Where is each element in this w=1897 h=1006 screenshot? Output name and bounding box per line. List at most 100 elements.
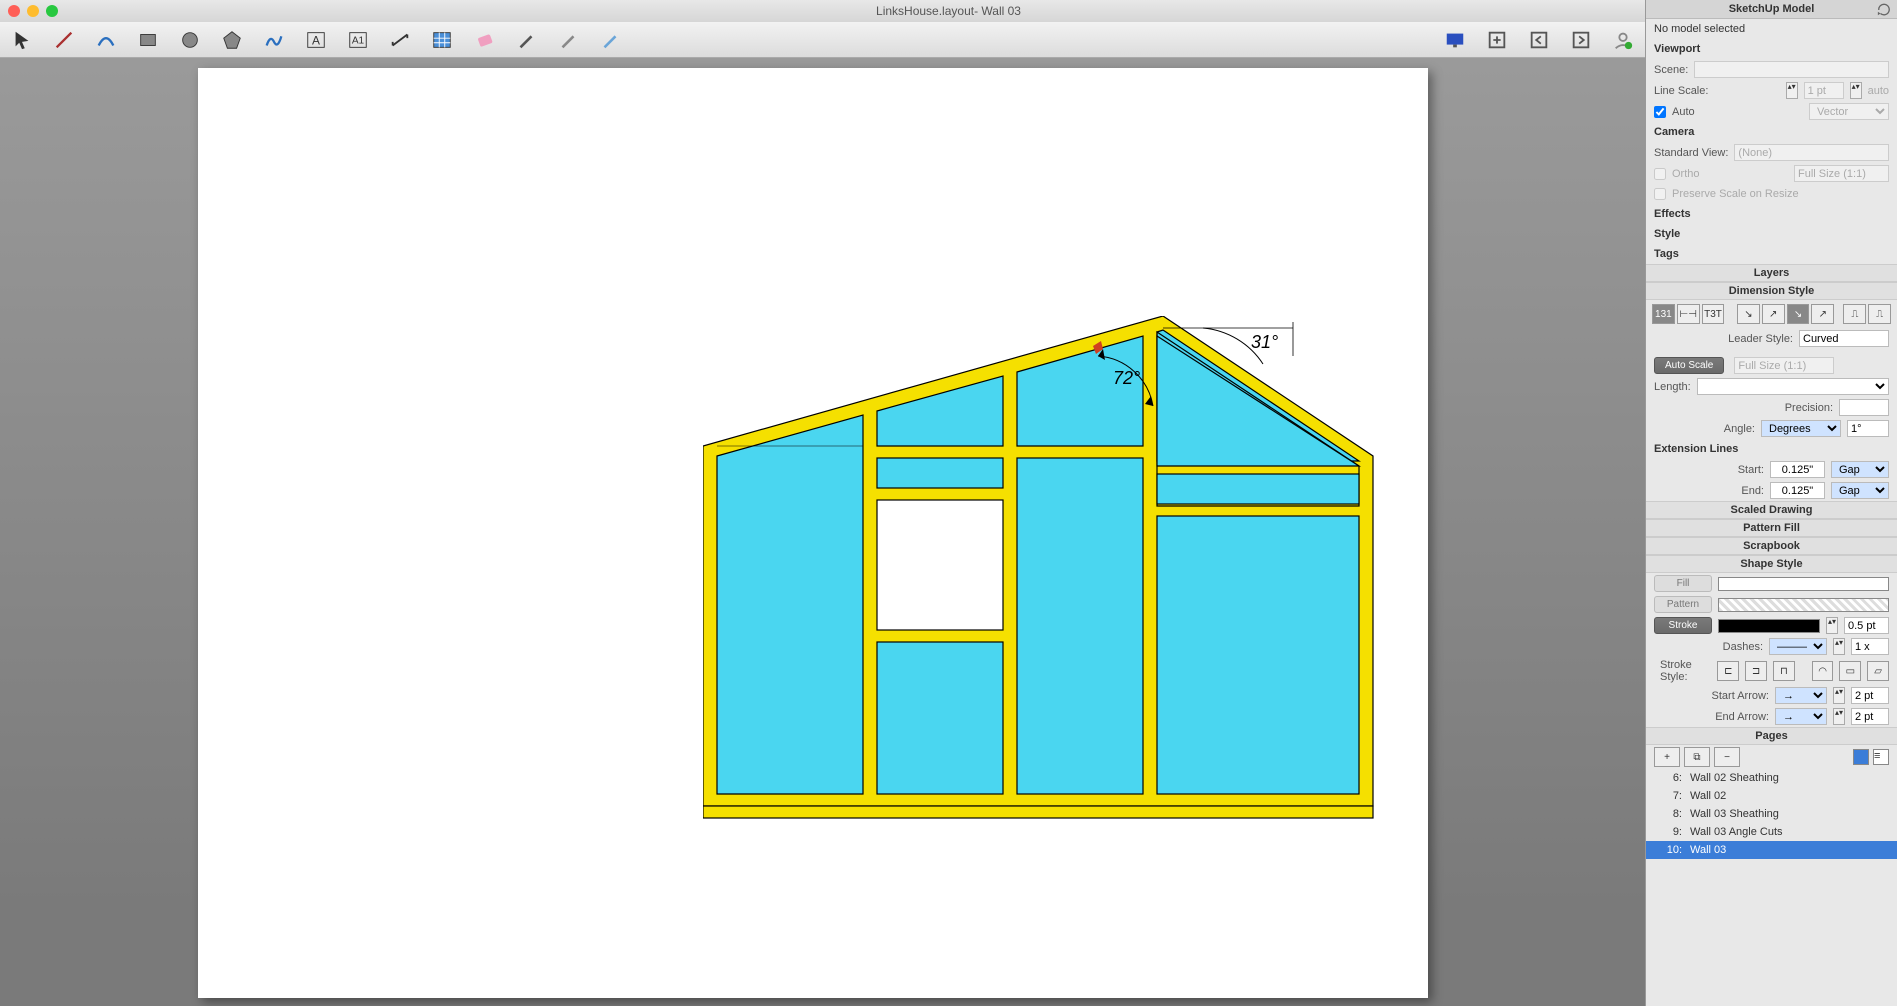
length-label: Length: [1654, 381, 1691, 393]
pages-section[interactable]: Pages [1646, 727, 1897, 745]
render-mode-select[interactable]: Vector [1809, 103, 1889, 120]
layers-section[interactable]: Layers [1646, 264, 1897, 282]
page-view-list-icon[interactable]: ≡ [1873, 749, 1889, 765]
label-tool-icon[interactable]: A1 [346, 28, 370, 52]
leader-style-select[interactable] [1799, 330, 1889, 347]
select-tool-icon[interactable] [10, 28, 34, 52]
ext-end-gap[interactable]: Gap [1831, 482, 1889, 499]
page-item[interactable]: 8:Wall 03 Sheathing [1646, 805, 1897, 823]
page-view-grid-icon[interactable] [1853, 749, 1869, 765]
start-arrow-size[interactable] [1851, 687, 1889, 704]
pattern-fill-section[interactable]: Pattern Fill [1646, 519, 1897, 537]
std-view-select[interactable] [1734, 144, 1889, 161]
account-icon[interactable] [1611, 28, 1635, 52]
dim-leader-3-icon[interactable]: ↘ [1787, 304, 1810, 324]
rectangle-tool-icon[interactable] [136, 28, 160, 52]
join-1-icon[interactable]: ◠ [1812, 661, 1834, 681]
start-arrow-select[interactable]: → [1775, 687, 1827, 704]
circle-tool-icon[interactable] [178, 28, 202, 52]
main-toolbar: A A1 [0, 22, 1645, 58]
split-tool-icon[interactable] [556, 28, 580, 52]
length-unit-select[interactable] [1697, 378, 1889, 395]
scrapbook-section[interactable]: Scrapbook [1646, 537, 1897, 555]
presentation-icon[interactable] [1443, 28, 1467, 52]
dim-leader-6-icon[interactable]: ⎍ [1868, 304, 1891, 324]
style-tool-icon[interactable] [514, 28, 538, 52]
refresh-icon[interactable] [1877, 3, 1891, 17]
cap-3-icon[interactable]: ⊓ [1773, 661, 1795, 681]
prev-page-icon[interactable] [1527, 28, 1551, 52]
dimension-style-section[interactable]: Dimension Style [1646, 282, 1897, 300]
page-item[interactable]: 10:Wall 03 [1646, 841, 1897, 859]
dash-scale-input[interactable] [1851, 638, 1889, 655]
freehand-tool-icon[interactable] [262, 28, 286, 52]
leader-style-label: Leader Style: [1728, 333, 1793, 345]
scaled-drawing-section[interactable]: Scaled Drawing [1646, 501, 1897, 519]
add-page-button[interactable]: + [1654, 747, 1680, 767]
auto-render-checkbox[interactable] [1654, 106, 1666, 118]
stroke-width-input[interactable] [1844, 617, 1889, 634]
table-tool-icon[interactable] [430, 28, 454, 52]
dim-leader-2-icon[interactable]: ↗ [1762, 304, 1785, 324]
dim-align-3-icon[interactable]: T3T [1702, 304, 1725, 324]
fill-button[interactable]: Fill [1654, 575, 1712, 592]
cap-2-icon[interactable]: ⊐ [1745, 661, 1767, 681]
next-page-icon[interactable] [1569, 28, 1593, 52]
ext-start-value[interactable] [1770, 461, 1825, 478]
maximize-window-icon[interactable] [46, 5, 58, 17]
cap-1-icon[interactable]: ⊏ [1717, 661, 1739, 681]
line-scale-value[interactable] [1804, 82, 1844, 99]
eraser-tool-icon[interactable] [472, 28, 496, 52]
minimize-window-icon[interactable] [27, 5, 39, 17]
tags-section[interactable]: Tags [1646, 244, 1897, 264]
join-2-icon[interactable]: ▭ [1839, 661, 1861, 681]
duplicate-page-button[interactable]: ⧉ [1684, 747, 1710, 767]
canvas-area[interactable]: 72° 31° [0, 58, 1645, 1006]
line-scale-stepper-2[interactable]: ▴▾ [1850, 82, 1862, 99]
precision-input[interactable] [1839, 399, 1889, 416]
end-arrow-select[interactable]: → [1775, 708, 1827, 725]
line-tool-icon[interactable] [52, 28, 76, 52]
dash-scale-stepper[interactable]: ▴▾ [1833, 638, 1845, 655]
effects-section[interactable]: Effects [1646, 204, 1897, 224]
angle-precision-input[interactable] [1847, 420, 1889, 437]
stroke-width-stepper[interactable]: ▴▾ [1826, 617, 1838, 634]
join-tool-icon[interactable] [598, 28, 622, 52]
close-window-icon[interactable] [8, 5, 20, 17]
polygon-tool-icon[interactable] [220, 28, 244, 52]
stroke-swatch[interactable] [1718, 619, 1820, 633]
add-page-icon[interactable] [1485, 28, 1509, 52]
page-item[interactable]: 9:Wall 03 Angle Cuts [1646, 823, 1897, 841]
fill-swatch[interactable] [1718, 577, 1889, 591]
dim-leader-4-icon[interactable]: ↗ [1811, 304, 1834, 324]
stroke-button[interactable]: Stroke [1654, 617, 1712, 634]
camera-scale[interactable] [1794, 165, 1889, 182]
join-3-icon[interactable]: ▱ [1867, 661, 1889, 681]
pattern-swatch[interactable] [1718, 598, 1889, 612]
angle-unit-select[interactable]: Degrees [1761, 420, 1841, 437]
dim-align-2-icon[interactable]: ⊢⊣ [1677, 304, 1700, 324]
shape-style-section[interactable]: Shape Style [1646, 555, 1897, 573]
dim-leader-1-icon[interactable]: ↘ [1737, 304, 1760, 324]
start-arrow-stepper[interactable]: ▴▾ [1833, 687, 1845, 704]
remove-page-button[interactable]: − [1714, 747, 1740, 767]
dim-align-1-icon[interactable]: 131 [1652, 304, 1675, 324]
scene-select[interactable] [1694, 61, 1889, 78]
ext-end-value[interactable] [1770, 482, 1825, 499]
full-size-input[interactable] [1734, 357, 1834, 374]
arc-tool-icon[interactable] [94, 28, 118, 52]
page-item[interactable]: 7:Wall 02 [1646, 787, 1897, 805]
scene-label: Scene: [1654, 64, 1688, 76]
end-arrow-stepper[interactable]: ▴▾ [1833, 708, 1845, 725]
end-arrow-size[interactable] [1851, 708, 1889, 725]
ext-start-gap[interactable]: Gap [1831, 461, 1889, 478]
dim-leader-5-icon[interactable]: ⎍ [1843, 304, 1866, 324]
dashes-select[interactable]: ——— [1769, 638, 1827, 655]
style-section[interactable]: Style [1646, 224, 1897, 244]
line-scale-stepper[interactable]: ▴▾ [1786, 82, 1798, 99]
pattern-button[interactable]: Pattern [1654, 596, 1712, 613]
auto-scale-button[interactable]: Auto Scale [1654, 357, 1724, 374]
text-tool-icon[interactable]: A [304, 28, 328, 52]
page-item[interactable]: 6:Wall 02 Sheathing [1646, 769, 1897, 787]
dimension-tool-icon[interactable] [388, 28, 412, 52]
